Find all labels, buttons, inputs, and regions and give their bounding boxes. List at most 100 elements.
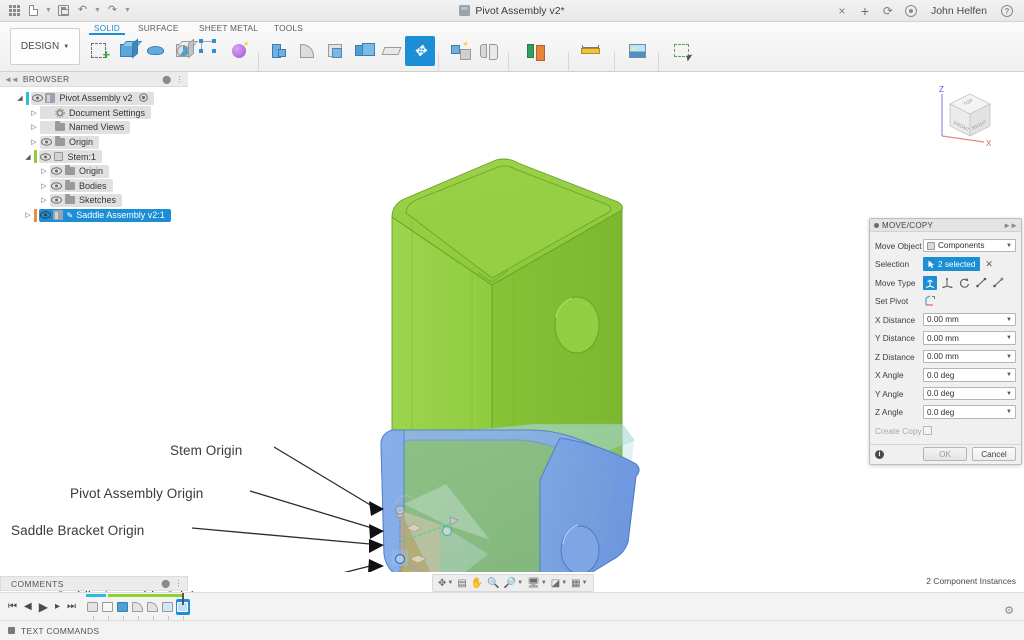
selection-badge[interactable]: 2 selected [923, 257, 980, 271]
fit-view-button[interactable]: ▤ [457, 578, 466, 589]
dialog-header[interactable]: MOVE/COPY ►► [870, 219, 1021, 232]
extrude-button[interactable] [113, 36, 143, 66]
zoom-window-button[interactable]: 🔎▼ [504, 578, 523, 589]
zoom-button[interactable]: 🔍 [487, 578, 499, 589]
orbit-button[interactable]: ✥▼ [438, 578, 453, 589]
timeline-feature-1[interactable] [86, 599, 100, 615]
fillet-button[interactable] [293, 36, 323, 66]
close-tab-icon[interactable]: × [831, 0, 853, 22]
twisty-right-icon[interactable]: ▷ [38, 182, 50, 190]
chevron-down-icon[interactable]: ▼ [1006, 243, 1012, 249]
create-sketch-button[interactable]: + [85, 36, 115, 66]
step-back-icon[interactable]: ◀ [24, 601, 32, 612]
user-name-label[interactable]: John Helfen [923, 5, 995, 17]
comments-panel[interactable]: COMMENTS ⬤ ⋮ [0, 576, 188, 591]
create-copy-checkbox[interactable] [923, 426, 932, 435]
help-icon[interactable] [996, 0, 1018, 22]
tree-item-saddle-assembly[interactable]: ▷ ✎ Saddle Assembly v2:1 [0, 208, 188, 223]
y-angle-input[interactable]: 0.0 deg ▼ [923, 387, 1016, 401]
component-visibility-dot-icon[interactable] [139, 93, 148, 104]
revolve-button[interactable] [141, 36, 171, 66]
visibility-eye-icon[interactable] [50, 196, 63, 204]
select-button[interactable] [668, 36, 698, 66]
tab-solid[interactable]: SOLID [94, 23, 120, 33]
workspace-switcher-button[interactable]: DESIGN▼ [10, 28, 80, 65]
insert-canvas-button[interactable] [623, 36, 653, 66]
dialog-expand-icon[interactable]: ►► [1003, 221, 1017, 230]
twisty-right-icon[interactable]: ▷ [28, 109, 40, 117]
go-to-start-icon[interactable]: ⏮ [8, 601, 17, 612]
move-object-select[interactable]: Components ▼ [923, 239, 1016, 253]
browser-resize-handle[interactable]: ⋮ [176, 75, 184, 84]
visibility-eye-icon[interactable] [39, 153, 52, 161]
tab-tools[interactable]: TOOLS [274, 23, 303, 33]
app-grid-icon[interactable] [6, 2, 23, 19]
twisty-down-icon[interactable]: ◢ [14, 94, 26, 102]
redo-icon[interactable]: ↷ [104, 2, 121, 19]
go-to-end-icon[interactable]: ⏭ [67, 601, 76, 612]
measure-button[interactable] [576, 36, 606, 66]
construct-plane-button[interactable] [520, 36, 550, 66]
tree-item-origin-root[interactable]: ▷ Origin [0, 135, 188, 150]
timeline-feature-3[interactable] [116, 599, 130, 615]
timeline-settings-icon[interactable]: ⚙ [1004, 604, 1014, 617]
rotate-icon[interactable] [957, 276, 971, 290]
twisty-right-icon[interactable]: ▷ [38, 196, 50, 204]
display-settings-button[interactable]: 🖥▼ [527, 578, 547, 589]
redo-dropdown-icon[interactable]: ▼ [123, 2, 132, 19]
z-angle-input[interactable]: 0.0 deg ▼ [923, 405, 1016, 419]
twisty-right-icon[interactable]: ▷ [22, 211, 34, 219]
chevron-down-icon[interactable]: ▼ [1006, 391, 1012, 397]
tree-item-pivot-assembly[interactable]: ◢ Pivot Assembly v2 [0, 91, 188, 106]
browser-collapse-icon[interactable]: ◄◄ [4, 75, 18, 84]
move-copy-button[interactable]: ✥ [405, 36, 435, 66]
comments-resize-handle[interactable]: ⋮ [175, 579, 183, 588]
chevron-down-icon[interactable]: ▼ [1006, 409, 1012, 415]
clear-selection-icon[interactable]: ✕ [985, 259, 993, 270]
document-tab[interactable]: Pivot Assembly v2* [451, 0, 572, 22]
tree-item-sketches[interactable]: ▷ Sketches [0, 193, 188, 208]
timeline-feature-6[interactable] [161, 599, 175, 615]
view-cube[interactable]: Z X TOP FRONT RIGHT [926, 80, 1006, 152]
tab-sheet-metal[interactable]: SHEET METAL [199, 23, 258, 33]
pattern-button[interactable] [197, 36, 227, 66]
info-icon[interactable]: i [875, 450, 884, 459]
joint-button[interactable] [473, 36, 503, 66]
tab-surface[interactable]: SURFACE [138, 23, 179, 33]
undo-icon[interactable]: ↶ [74, 2, 91, 19]
refresh-icon[interactable]: ⟳ [877, 0, 899, 22]
timeline-feature-4[interactable] [131, 599, 145, 615]
press-pull-button[interactable] [265, 36, 295, 66]
twisty-right-icon[interactable]: ▷ [28, 138, 40, 146]
tree-item-document-settings[interactable]: ▷ Document Settings [0, 106, 188, 121]
timeline-playhead[interactable] [182, 593, 184, 605]
offset-face-button[interactable] [377, 36, 407, 66]
cancel-button[interactable]: Cancel [972, 447, 1016, 461]
twisty-down-icon[interactable]: ◢ [22, 153, 34, 161]
twisty-right-icon[interactable]: ▷ [38, 167, 50, 175]
y-distance-input[interactable]: 0.00 mm ▼ [923, 331, 1016, 345]
translate-icon[interactable] [940, 276, 954, 290]
chevron-down-icon[interactable]: ▼ [1006, 317, 1012, 323]
tree-item-bodies[interactable]: ▷ Bodies [0, 179, 188, 194]
x-angle-input[interactable]: 0.0 deg ▼ [923, 368, 1016, 382]
tree-item-stem-origin[interactable]: ▷ Origin [0, 164, 188, 179]
new-file-icon[interactable] [25, 2, 42, 19]
new-file-dropdown-icon[interactable]: ▼ [44, 2, 53, 19]
browser-settings-icon[interactable]: ⬤ [162, 75, 171, 84]
timeline-feature-5[interactable] [146, 599, 160, 615]
add-tab-icon[interactable]: + [854, 0, 876, 22]
sweep-button[interactable] [169, 36, 199, 66]
comments-settings-icon[interactable]: ⬤ [161, 579, 170, 588]
shell-button[interactable] [321, 36, 351, 66]
chevron-down-icon[interactable]: ▼ [1006, 372, 1012, 378]
ok-button[interactable]: OK [923, 447, 967, 461]
x-distance-input[interactable]: 0.00 mm ▼ [923, 313, 1016, 327]
set-pivot-icon[interactable] [923, 294, 937, 308]
undo-dropdown-icon[interactable]: ▼ [93, 2, 102, 19]
tree-item-named-views[interactable]: ▷ Named Views [0, 120, 188, 135]
move-copy-dialog[interactable]: MOVE/COPY ►► Move Object Components ▼ Se… [869, 218, 1022, 465]
chevron-down-icon[interactable]: ▼ [1006, 354, 1012, 360]
tree-item-stem[interactable]: ◢ Stem:1 [0, 149, 188, 164]
visibility-eye-icon[interactable] [50, 182, 63, 190]
